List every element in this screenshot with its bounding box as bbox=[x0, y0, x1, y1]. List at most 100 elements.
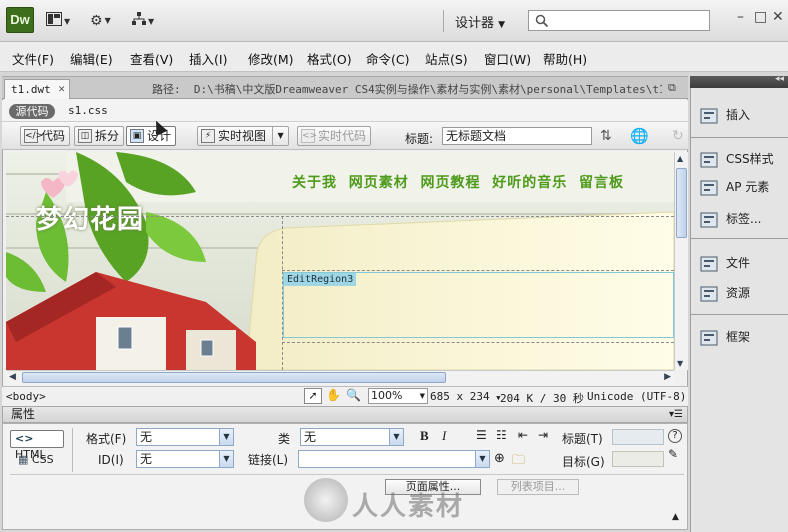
restore-icon[interactable]: ⧉ bbox=[668, 81, 676, 95]
panel-ap-elements[interactable]: AP 元素 bbox=[694, 174, 784, 200]
separator bbox=[443, 10, 444, 32]
panel-css-styles[interactable]: CSS样式 bbox=[694, 146, 784, 172]
menu-item-2[interactable]: 查看(V) bbox=[130, 49, 173, 68]
scrollbar-thumb[interactable] bbox=[22, 372, 446, 383]
ordered-list-icon[interactable]: ☷ bbox=[496, 428, 507, 442]
horizontal-scrollbar[interactable]: ◀ ▶ bbox=[6, 370, 674, 384]
title-label: 标题(T) bbox=[562, 432, 603, 446]
live-view-button[interactable]: ⚡ 实时视图 ▼ bbox=[197, 126, 290, 146]
editable-region-tag[interactable]: EditRegion3 bbox=[284, 273, 357, 286]
vertical-scrollbar[interactable]: ▲ ▼ bbox=[674, 152, 688, 370]
separator bbox=[72, 428, 73, 472]
design-view-button[interactable]: ▣ 设计 bbox=[126, 126, 177, 146]
encoding: Unicode (UTF-8) bbox=[587, 390, 687, 403]
zoom-tool-icon[interactable]: 🔍 bbox=[346, 388, 361, 402]
site-icon[interactable]: ▼ bbox=[132, 12, 154, 30]
scroll-left-icon[interactable]: ◀ bbox=[9, 372, 16, 382]
document-path: 路径: D:\书稿\中文版Dreamweaver CS4实例与操作\素材与实例\… bbox=[152, 81, 662, 97]
menu-item-4[interactable]: 修改(M) bbox=[248, 49, 294, 68]
code-label: 代码 bbox=[41, 129, 66, 143]
help-icon[interactable]: ? bbox=[668, 429, 682, 443]
side-panel-header[interactable]: ◂◂ bbox=[690, 74, 788, 88]
unordered-list-icon[interactable]: ☰ bbox=[476, 428, 487, 442]
layout-icon[interactable]: ▼ bbox=[46, 12, 70, 30]
properties-title: 属性 bbox=[11, 407, 36, 421]
close-tab-icon[interactable]: ✕ bbox=[58, 82, 65, 95]
live-code-button: <> 实时代码 bbox=[297, 126, 372, 146]
panel-frames[interactable]: 框架 bbox=[694, 324, 784, 350]
minimize-button[interactable]: – bbox=[737, 9, 744, 25]
collapse-icon[interactable]: ◂◂ bbox=[775, 74, 784, 84]
panel-label: CSS样式 bbox=[726, 152, 774, 166]
menu-item-6[interactable]: 命令(C) bbox=[366, 49, 409, 68]
dreamweaver-logo: Dw bbox=[6, 7, 34, 33]
chevron-down-icon: ▼ bbox=[389, 429, 403, 445]
zoom-select[interactable]: 100% ▼ bbox=[368, 388, 428, 404]
panel-assets[interactable]: 资源 bbox=[694, 280, 784, 306]
files-icon bbox=[700, 255, 718, 272]
menu-item-3[interactable]: 插入(I) bbox=[189, 49, 227, 68]
italic-icon[interactable]: I bbox=[442, 428, 446, 444]
panel-files[interactable]: 文件 bbox=[694, 250, 784, 276]
html-mode-button[interactable]: <> HTML bbox=[10, 430, 64, 461]
watermark-text: 人人素材 bbox=[352, 492, 465, 522]
panel-insert[interactable]: 插入 bbox=[694, 102, 784, 128]
editable-region[interactable]: EditRegion3 bbox=[283, 272, 674, 338]
workspace-switcher[interactable]: 设计器 ▼ bbox=[455, 12, 505, 31]
chevron-down-icon: ▼ bbox=[272, 127, 288, 145]
bold-icon[interactable]: B bbox=[420, 428, 429, 444]
gear-icon[interactable]: ⚙ ▼ bbox=[90, 12, 111, 30]
panel-tag-inspector[interactable]: 标签... bbox=[694, 206, 784, 232]
collapse-panel-icon[interactable]: ▲ bbox=[672, 512, 679, 522]
select-tool-icon[interactable]: ➚ bbox=[304, 388, 322, 404]
code-view-button[interactable]: </> 代码 bbox=[20, 126, 71, 146]
panel-menu-icon[interactable]: ▾☰ bbox=[669, 407, 683, 422]
point-to-file-icon[interactable]: ⊕ bbox=[494, 451, 505, 466]
tag-inspector-icon bbox=[700, 211, 718, 228]
site-nav[interactable]: 关于我 网页素材 网页教程 好听的音乐 留言板 bbox=[292, 172, 624, 192]
scroll-right-icon[interactable]: ▶ bbox=[664, 372, 671, 382]
hand-tool-icon[interactable]: ✋ bbox=[326, 388, 341, 402]
panel-label: AP 元素 bbox=[726, 180, 770, 194]
page-title-input[interactable]: 无标题文档 bbox=[442, 127, 592, 145]
class-select[interactable]: 无 ▼ bbox=[300, 428, 404, 446]
scroll-down-icon[interactable]: ▼ bbox=[677, 359, 683, 368]
menu-item-7[interactable]: 站点(S) bbox=[425, 49, 468, 68]
preview-browser-icon[interactable]: 🌐 bbox=[630, 127, 649, 145]
tab-t1-dwt[interactable]: t1.dwt ✕ bbox=[4, 79, 70, 99]
menu-item-9[interactable]: 帮助(H) bbox=[543, 49, 587, 68]
window-size[interactable]: 685 x 234 ▼ bbox=[430, 390, 500, 403]
chevron-down-icon: ▼ bbox=[419, 392, 425, 400]
source-code-button[interactable]: 源代码 bbox=[9, 104, 55, 119]
id-select[interactable]: 无 ▼ bbox=[136, 450, 234, 468]
menu-item-5[interactable]: 格式(O) bbox=[307, 49, 352, 68]
chevron-down-icon: ▼ bbox=[475, 451, 489, 467]
search-input[interactable] bbox=[528, 10, 710, 31]
tab-label: t1.dwt bbox=[11, 83, 51, 96]
design-canvas[interactable]: 梦幻花园 关于我 网页素材 网页教程 好听的音乐 留言板 EditRegion3 bbox=[6, 152, 674, 370]
css-mode-button[interactable]: ▦ CSS bbox=[18, 453, 54, 466]
indent-icon[interactable]: ⇥ bbox=[538, 428, 548, 442]
file-management-icon[interactable]: ⇅ bbox=[600, 128, 612, 144]
scroll-up-icon[interactable]: ▲ bbox=[677, 154, 683, 163]
menu-item-1[interactable]: 编辑(E) bbox=[70, 49, 113, 68]
menu-item-0[interactable]: 文件(F) bbox=[12, 49, 54, 68]
split-view-button[interactable]: ◫ 拆分 bbox=[74, 126, 125, 146]
format-select[interactable]: 无 ▼ bbox=[136, 428, 234, 446]
menu-item-8[interactable]: 窗口(W) bbox=[484, 49, 531, 68]
close-button[interactable]: ✕ bbox=[772, 9, 784, 25]
table-guide bbox=[282, 342, 674, 343]
separator bbox=[10, 474, 684, 475]
maximize-button[interactable]: □ bbox=[754, 9, 767, 25]
tag-selector[interactable]: <body> bbox=[6, 390, 46, 403]
outdent-icon[interactable]: ⇤ bbox=[518, 428, 528, 442]
link-input[interactable]: ▼ bbox=[298, 450, 490, 468]
frames-icon bbox=[700, 329, 718, 346]
quick-tag-editor-icon[interactable]: ✎ bbox=[668, 447, 678, 461]
page-title-label: 标题: bbox=[405, 132, 434, 146]
list-item-button: 列表项目... bbox=[497, 479, 579, 495]
scrollbar-thumb[interactable] bbox=[676, 168, 687, 238]
related-file-s1-css[interactable]: s1.css bbox=[68, 104, 108, 117]
properties-panel-header[interactable]: 属性 ▾☰ bbox=[2, 406, 688, 423]
browse-folder-icon[interactable]: 🗀 bbox=[512, 451, 525, 473]
